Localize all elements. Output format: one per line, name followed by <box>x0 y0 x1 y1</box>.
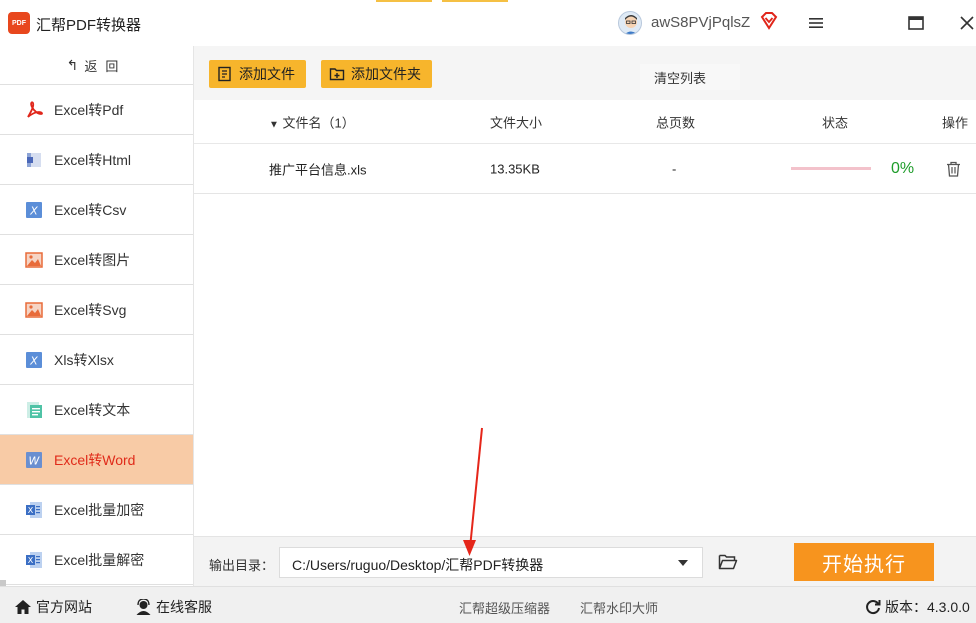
add-folder-button[interactable]: 添加文件夹 <box>321 60 432 88</box>
back-label: 返回 <box>84 58 127 74</box>
file-name: 推广平台信息.xls <box>269 162 367 177</box>
word-icon: W <box>24 450 44 470</box>
sidebar-item-label: Excel转图片 <box>54 251 131 268</box>
encrypt-icon: X <box>24 500 44 520</box>
top-decoration <box>442 0 508 2</box>
sort-down-icon: ▼ <box>269 119 279 130</box>
output-dir-select[interactable]: C:/Users/ruguo/Desktop/汇帮PDF转换器 <box>279 547 703 578</box>
svg-icon <box>24 300 44 320</box>
column-status-header: 状态 <box>822 115 849 130</box>
sidebar-item-label: Excel转Svg <box>54 301 127 318</box>
image-icon <box>24 250 44 270</box>
svg-text:X: X <box>29 354 38 367</box>
sidebar-item-excel-to-image[interactable]: Excel转图片 <box>0 235 193 285</box>
html-icon <box>24 150 44 170</box>
top-decoration <box>376 0 432 2</box>
svg-text:X: X <box>28 506 34 515</box>
delete-icon[interactable] <box>946 161 961 177</box>
column-pages-header: 总页数 <box>656 115 696 130</box>
add-file-button[interactable]: 添加文件 <box>209 60 306 88</box>
add-file-icon <box>218 66 231 82</box>
add-folder-icon <box>329 68 345 81</box>
sidebar-item-excel-to-csv[interactable]: X Excel转Csv <box>0 185 193 235</box>
user-avatar[interactable] <box>618 11 642 35</box>
column-action-header: 操作 <box>942 115 969 130</box>
headset-icon <box>136 599 151 615</box>
app-title: 汇帮PDF转换器 <box>36 17 142 34</box>
sidebar-item-label: Xls转Xlsx <box>54 351 114 368</box>
output-dir-path: C:/Users/ruguo/Desktop/汇帮PDF转换器 <box>292 557 544 573</box>
output-dir-label: 输出目录： <box>209 558 275 573</box>
sidebar-item-excel-decrypt[interactable]: X Excel批量解密 <box>0 535 193 585</box>
sidebar-item-label: Excel转Pdf <box>54 101 124 118</box>
sidebar-item-xls-to-xlsx[interactable]: X Xls转Xlsx <box>0 335 193 385</box>
chevron-down-icon <box>678 560 688 566</box>
watermark-link[interactable]: 汇帮水印大师 <box>580 598 658 617</box>
folder-open-icon[interactable] <box>718 553 738 571</box>
csv-icon: X <box>24 200 44 220</box>
app-logo: PDF <box>8 12 30 34</box>
compressor-link[interactable]: 汇帮超级压缩器 <box>459 598 550 617</box>
sidebar-item-excel-encrypt[interactable]: X Excel批量加密 <box>0 485 193 535</box>
clear-list-button[interactable]: 清空列表 <box>640 64 740 90</box>
sidebar-item-label: Excel转文本 <box>54 401 131 418</box>
maximize-icon <box>908 16 924 30</box>
menu-button[interactable] <box>805 12 827 34</box>
column-filename-label: 文件名（1） <box>282 115 355 130</box>
hamburger-icon <box>809 18 823 28</box>
close-button[interactable] <box>956 12 976 34</box>
online-service-link[interactable]: 在线客服 <box>135 597 212 617</box>
status-bar: 官方网站 在线客服 汇帮超级压缩器 汇帮水印大师 版本： 4.3.0.0 <box>0 586 976 623</box>
svg-text:X: X <box>29 204 38 217</box>
username[interactable]: awS8PVjPqlsZ <box>651 14 750 31</box>
version-info[interactable]: 版本： 4.3.0.0 <box>865 597 970 617</box>
column-filename-header[interactable]: ▼ 文件名（1） <box>269 112 355 131</box>
back-button[interactable]: ↰ 返回 <box>0 46 193 85</box>
column-size-header: 文件大小 <box>490 115 543 130</box>
version-number: 4.3.0.0 <box>927 599 970 615</box>
avatar-face-icon <box>625 15 637 34</box>
add-folder-label: 添加文件夹 <box>351 66 421 82</box>
text-icon <box>24 400 44 420</box>
maximize-button[interactable] <box>905 12 927 34</box>
progress-percent: 0% <box>891 159 915 177</box>
pdf-icon <box>24 100 44 120</box>
title-bar: PDF 汇帮PDF转换器 awS8PVjPqlsZ <box>0 0 976 46</box>
sidebar-item-excel-to-text[interactable]: Excel转文本 <box>0 385 193 435</box>
toolbar: 添加文件 添加文件夹 清空列表 <box>194 46 976 100</box>
file-size: 13.35KB <box>490 161 540 176</box>
output-bar: 输出目录： C:/Users/ruguo/Desktop/汇帮PDF转换器 开始… <box>194 536 976 586</box>
file-table-header: ▼ 文件名（1） 文件大小 总页数 状态 操作 <box>194 100 976 144</box>
version-label: 版本： <box>885 599 927 615</box>
sidebar: ↰ 返回 Excel转Pdf Excel转Html X Excel转Csv Ex… <box>0 46 194 586</box>
sidebar-item-label: Excel转Word <box>54 451 136 468</box>
sidebar-item-label: Excel批量加密 <box>54 501 145 518</box>
refresh-icon <box>866 600 881 615</box>
page-count: - <box>672 161 677 176</box>
close-icon <box>960 16 974 30</box>
file-list-area[interactable] <box>194 194 976 536</box>
back-arrow-icon: ↰ <box>66 56 79 73</box>
sidebar-item-excel-to-html[interactable]: Excel转Html <box>0 135 193 185</box>
sidebar-item-label: Excel转Html <box>54 151 132 168</box>
online-service-label: 在线客服 <box>156 599 212 615</box>
svg-text:W: W <box>29 454 41 467</box>
sidebar-item-label: Excel批量解密 <box>54 551 145 568</box>
sidebar-item-label: Excel转Csv <box>54 201 127 218</box>
sidebar-item-excel-to-svg[interactable]: Excel转Svg <box>0 285 193 335</box>
start-button[interactable]: 开始执行 <box>794 543 934 581</box>
sidebar-item-excel-to-word[interactable]: W Excel转Word <box>0 435 193 485</box>
add-file-label: 添加文件 <box>239 66 295 82</box>
sidebar-item-excel-to-pdf[interactable]: Excel转Pdf <box>0 85 193 135</box>
vip-diamond-icon[interactable] <box>759 11 779 31</box>
official-website-label: 官方网站 <box>36 599 92 615</box>
decrypt-icon: X <box>24 550 44 570</box>
svg-text:X: X <box>28 556 34 565</box>
home-icon <box>15 600 31 614</box>
progress-bar <box>791 167 871 170</box>
table-row[interactable]: 推广平台信息.xls 13.35KB - 0% <box>194 144 976 194</box>
xlsx-icon: X <box>24 350 44 370</box>
official-website-link[interactable]: 官方网站 <box>14 597 92 617</box>
